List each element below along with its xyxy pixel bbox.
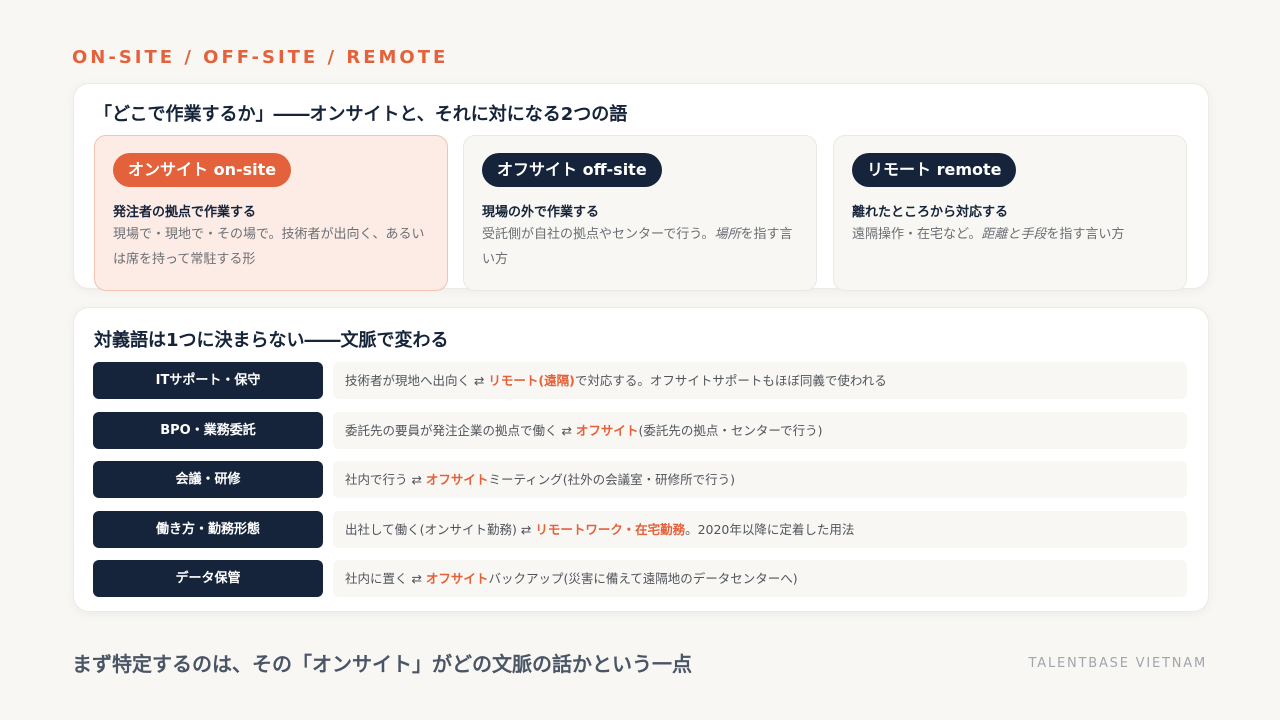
term-subtitle-offsite: 現場の外で作業する bbox=[482, 205, 600, 220]
term-description-offsite: 受託側が自社の拠点やセンターで行う。場所を指す言い方 bbox=[482, 227, 793, 267]
context-row: 会議・研修 社内で行う ⇄ オフサイトミーティング(社外の会議室・研修所で行う) bbox=[93, 461, 1188, 499]
context-description: 委託先の要員が発注企業の拠点で働く ⇄ オフサイト(委託先の拠点・センターで行う… bbox=[333, 412, 1187, 449]
context-label: データ保管 bbox=[93, 560, 323, 597]
term-pill-onsite: オンサイト on-site bbox=[113, 153, 292, 187]
terms-card-title: 「どこで作業するか」――オンサイトと、それに対になる2つの語 bbox=[94, 104, 628, 125]
context-label: 働き方・勤務形態 bbox=[93, 511, 323, 548]
terms-card: 「どこで作業するか」――オンサイトと、それに対になる2つの語 オンサイト on-… bbox=[73, 83, 1209, 291]
context-row: データ保管 社内に置く ⇄ オフサイトバックアップ(災害に備えて遠隔地のデータセ… bbox=[93, 560, 1188, 598]
context-row: 働き方・勤務形態 出社して働く(オンサイト勤務) ⇄ リモートワーク・在宅勤務。… bbox=[93, 511, 1188, 549]
term-card-remote: リモート remote 離れたところから対応する 遠隔操作・在宅など。距離と手段… bbox=[833, 135, 1187, 291]
context-row: BPO・業務委託 委託先の要員が発注企業の拠点で働く ⇄ オフサイト(委託先の拠… bbox=[93, 412, 1188, 450]
footer-takeaway: まず特定するのは、その「オンサイト」がどの文脈の話かという一点 bbox=[72, 652, 692, 676]
term-card-onsite: オンサイト on-site 発注者の拠点で作業する 現場で・現地で・その場で。技… bbox=[94, 135, 448, 291]
context-card: 対義語は1つに決まらない――文脈で変わる ITサポート・保守 技術者が現地へ出向… bbox=[73, 307, 1209, 612]
context-description: 技術者が現地へ出向く ⇄ リモート(遠隔)で対応する。オフサイトサポートもほぼ同… bbox=[333, 362, 1187, 399]
term-pill-remote: リモート remote bbox=[852, 153, 1017, 187]
context-row: ITサポート・保守 技術者が現地へ出向く ⇄ リモート(遠隔)で対応する。オフサ… bbox=[93, 362, 1188, 400]
context-description: 社内で行う ⇄ オフサイトミーティング(社外の会議室・研修所で行う) bbox=[333, 461, 1187, 498]
term-description-onsite: 現場で・現地で・その場で。技術者が出向く、あるいは席を持って常駐する形 bbox=[113, 227, 425, 267]
section-kicker: ON-SITE / OFF-SITE / REMOTE bbox=[72, 47, 449, 68]
context-label: BPO・業務委託 bbox=[93, 412, 323, 449]
context-label: 会議・研修 bbox=[93, 461, 323, 498]
context-description: 出社して働く(オンサイト勤務) ⇄ リモートワーク・在宅勤務。2020年以降に定… bbox=[333, 511, 1187, 548]
term-subtitle-remote: 離れたところから対応する bbox=[852, 205, 1009, 220]
context-description: 社内に置く ⇄ オフサイトバックアップ(災害に備えて遠隔地のデータセンターへ) bbox=[333, 560, 1187, 597]
term-card-offsite: オフサイト off-site 現場の外で作業する 受託側が自社の拠点やセンターで… bbox=[463, 135, 817, 291]
term-description-remote: 遠隔操作・在宅など。距離と手段を指す言い方 bbox=[852, 227, 1125, 242]
context-label: ITサポート・保守 bbox=[93, 362, 323, 399]
term-subtitle-onsite: 発注者の拠点で作業する bbox=[113, 205, 257, 220]
term-pill-offsite: オフサイト off-site bbox=[482, 153, 662, 187]
brand-label: TALENTBASE VIETNAM bbox=[1028, 656, 1207, 671]
context-card-title: 対義語は1つに決まらない――文脈で変わる bbox=[94, 330, 449, 351]
